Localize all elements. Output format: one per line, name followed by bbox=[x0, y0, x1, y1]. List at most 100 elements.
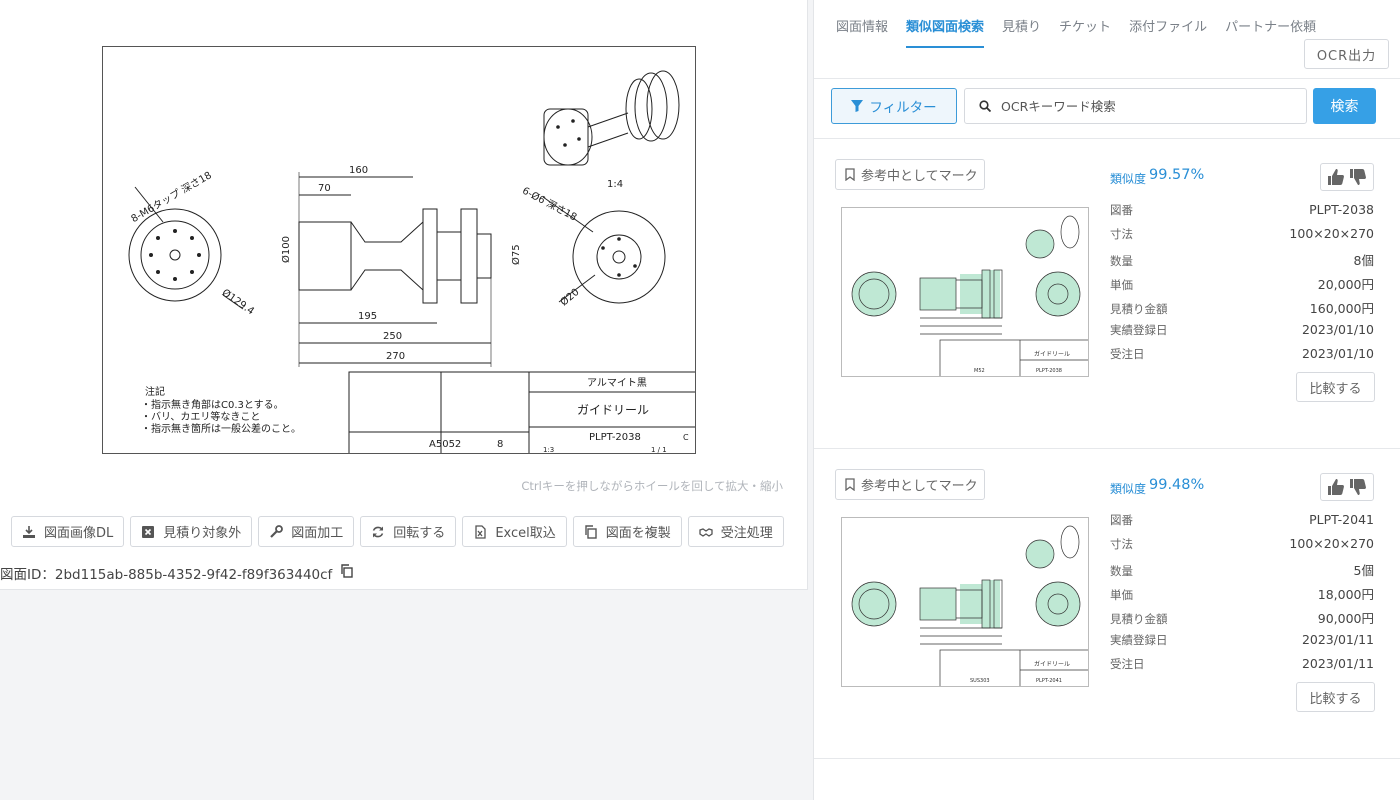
title-surface: アルマイト黒 bbox=[587, 377, 647, 389]
note-1: ・指示無き角部はC0.3とする。 bbox=[141, 398, 284, 411]
search-icon bbox=[979, 100, 991, 112]
divider bbox=[814, 78, 1400, 79]
mark-reference-label: 参考中としてマーク bbox=[861, 169, 978, 184]
download-icon bbox=[22, 525, 36, 539]
detail-tabs: 図面情報 類似図面検索 見積り チケット 添付ファイル パートナー依頼 bbox=[836, 16, 1316, 48]
excel-file-icon bbox=[473, 524, 487, 539]
similarity-label: 類似度 bbox=[1110, 482, 1147, 496]
edit-drawing-label: 図面加工 bbox=[291, 526, 344, 541]
rotate-button[interactable]: 回転する bbox=[360, 516, 457, 547]
filter-button[interactable]: フィルター bbox=[831, 88, 957, 124]
mark-reference-label: 参考中としてマーク bbox=[861, 479, 978, 494]
rotate-icon bbox=[371, 525, 385, 539]
download-image-label: 図面画像DL bbox=[44, 526, 114, 541]
bookmark-icon bbox=[845, 168, 855, 181]
tab-ticket[interactable]: チケット bbox=[1059, 16, 1111, 48]
edit-drawing-button[interactable]: 図面加工 bbox=[258, 516, 355, 547]
order-process-button[interactable]: 受注処理 bbox=[687, 516, 784, 547]
similarity-value: 99.48% bbox=[1149, 477, 1205, 493]
dim-250: 250 bbox=[383, 331, 402, 342]
copy-icon bbox=[584, 524, 598, 539]
filter-icon bbox=[851, 100, 864, 112]
result-thumbnail[interactable]: ガイドリール PLPT-2038 M52 bbox=[841, 207, 1089, 377]
handshake-icon bbox=[699, 525, 713, 539]
field-unit-price: 単価 20,000円 bbox=[1110, 277, 1374, 292]
dim-270: 270 bbox=[386, 351, 405, 362]
thumb-part-number: PLPT-2041 bbox=[1036, 678, 1062, 684]
compare-button[interactable]: 比較する bbox=[1296, 372, 1375, 402]
result-thumbnail[interactable]: ガイドリール PLPT-2041 SUS303 bbox=[841, 517, 1089, 687]
dim-70: 70 bbox=[318, 183, 331, 194]
tab-attachments[interactable]: 添付ファイル bbox=[1129, 16, 1207, 48]
detail-panel: 図面情報 類似図面検索 見積り チケット 添付ファイル パートナー依頼 OCR出… bbox=[813, 0, 1400, 800]
excel-import-label: Excel取込 bbox=[495, 526, 556, 541]
thumb-part-name: ガイドリール bbox=[1034, 660, 1070, 668]
title-scale: 1:3 bbox=[543, 446, 554, 454]
title-quantity: 8 bbox=[497, 439, 503, 450]
field-order-date: 受注日 2023/01/11 bbox=[1110, 656, 1374, 671]
exclude-estimate-label: 見積り対象外 bbox=[163, 526, 242, 541]
technical-drawing: 160 70 195 250 270 Ø100 Ø75 Ø20 Ø129.4 8… bbox=[128, 70, 695, 454]
dim-diameter-129: Ø129.4 bbox=[220, 287, 257, 318]
copy-id-icon[interactable] bbox=[340, 564, 354, 582]
bookmark-icon bbox=[845, 478, 855, 491]
x-square-icon bbox=[141, 525, 155, 539]
result-card: 参考中としてマーク ガイドリール PLPT-2041 SUS303 類似度 99… bbox=[814, 448, 1400, 758]
ocr-search-input[interactable] bbox=[1001, 98, 1291, 114]
drawing-id-row: 図面ID：2bd115ab-885b-4352-9f42-f89f363440c… bbox=[0, 563, 354, 583]
thumb-part-name: ガイドリール bbox=[1034, 350, 1070, 358]
thumbs-up-icon[interactable] bbox=[1327, 478, 1345, 496]
mark-reference-button[interactable]: 参考中としてマーク bbox=[835, 469, 985, 500]
tab-drawing-info[interactable]: 図面情報 bbox=[836, 16, 888, 48]
dim-160: 160 bbox=[349, 165, 368, 176]
mark-reference-button[interactable]: 参考中としてマーク bbox=[835, 159, 985, 190]
filter-label: フィルター bbox=[869, 100, 937, 116]
exclude-estimate-button[interactable]: 見積り対象外 bbox=[130, 516, 253, 547]
thumb-material: SUS303 bbox=[970, 678, 990, 684]
compare-button[interactable]: 比較する bbox=[1296, 682, 1375, 712]
thumb-part-number: PLPT-2038 bbox=[1036, 368, 1062, 374]
order-process-label: 受注処理 bbox=[720, 526, 773, 541]
left-end-view-outer bbox=[128, 208, 222, 302]
field-drawing-number: 図番 PLPT-2041 bbox=[1110, 512, 1374, 527]
wrench-icon bbox=[269, 524, 284, 539]
thumb-material: M52 bbox=[974, 368, 985, 374]
field-unit-price: 単価 18,000円 bbox=[1110, 587, 1374, 602]
iso-scale-label: 1:4 bbox=[607, 179, 623, 190]
title-material: A5052 bbox=[429, 439, 461, 450]
dim-diameter-100: Ø100 bbox=[280, 236, 292, 263]
similarity-value: 99.57% bbox=[1149, 167, 1205, 183]
ocr-search-box bbox=[964, 88, 1307, 124]
dim-diameter-75: Ø75 bbox=[510, 244, 522, 265]
thumbs-down-icon[interactable] bbox=[1349, 478, 1367, 496]
tab-partner-request[interactable]: パートナー依頼 bbox=[1225, 16, 1316, 48]
rotate-label: 回転する bbox=[393, 526, 446, 541]
tab-estimate[interactable]: 見積り bbox=[1002, 16, 1041, 48]
dim-195: 195 bbox=[358, 311, 377, 322]
vote-buttons bbox=[1320, 163, 1374, 191]
duplicate-drawing-button[interactable]: 図面を複製 bbox=[572, 516, 682, 547]
field-record-date: 実績登録日 2023/01/10 bbox=[1110, 322, 1374, 337]
search-button[interactable]: 検索 bbox=[1313, 88, 1376, 124]
dim-diameter-20: Ø20 bbox=[558, 286, 582, 308]
download-image-button[interactable]: 図面画像DL bbox=[11, 516, 125, 547]
field-quantity: 数量 8個 bbox=[1110, 253, 1374, 268]
field-record-date: 実績登録日 2023/01/11 bbox=[1110, 632, 1374, 647]
ocr-output-button[interactable]: OCR出力 bbox=[1304, 39, 1389, 69]
drawing-id: 図面ID：2bd115ab-885b-4352-9f42-f89f363440c… bbox=[0, 567, 333, 583]
note-2: ・バリ、カエリ等なきこと bbox=[141, 410, 260, 423]
field-drawing-number: 図番 PLPT-2038 bbox=[1110, 202, 1374, 217]
result-card: 参考中としてマーク ガイドリール PLPT-2038 M52 類似度 99.57… bbox=[814, 138, 1400, 448]
thumbs-down-icon[interactable] bbox=[1349, 168, 1367, 186]
duplicate-drawing-label: 図面を複製 bbox=[605, 526, 671, 541]
drawing-viewer: 160 70 195 250 270 Ø100 Ø75 Ø20 Ø129.4 8… bbox=[0, 0, 808, 590]
field-dimensions: 寸法 100×20×270 bbox=[1110, 536, 1374, 551]
field-dimensions: 寸法 100×20×270 bbox=[1110, 226, 1374, 241]
thumbs-up-icon[interactable] bbox=[1327, 168, 1345, 186]
tab-similar-search[interactable]: 類似図面検索 bbox=[906, 16, 985, 48]
title-revision: C bbox=[683, 433, 689, 442]
field-quantity: 数量 5個 bbox=[1110, 563, 1374, 578]
excel-import-button[interactable]: Excel取込 bbox=[462, 516, 567, 547]
drawing-sheet[interactable]: 160 70 195 250 270 Ø100 Ø75 Ø20 Ø129.4 8… bbox=[102, 46, 696, 454]
drawing-toolbar: 図面画像DL 見積り対象外 図面加工 回転する Excel取込 図面を複製 受注… bbox=[11, 516, 784, 547]
